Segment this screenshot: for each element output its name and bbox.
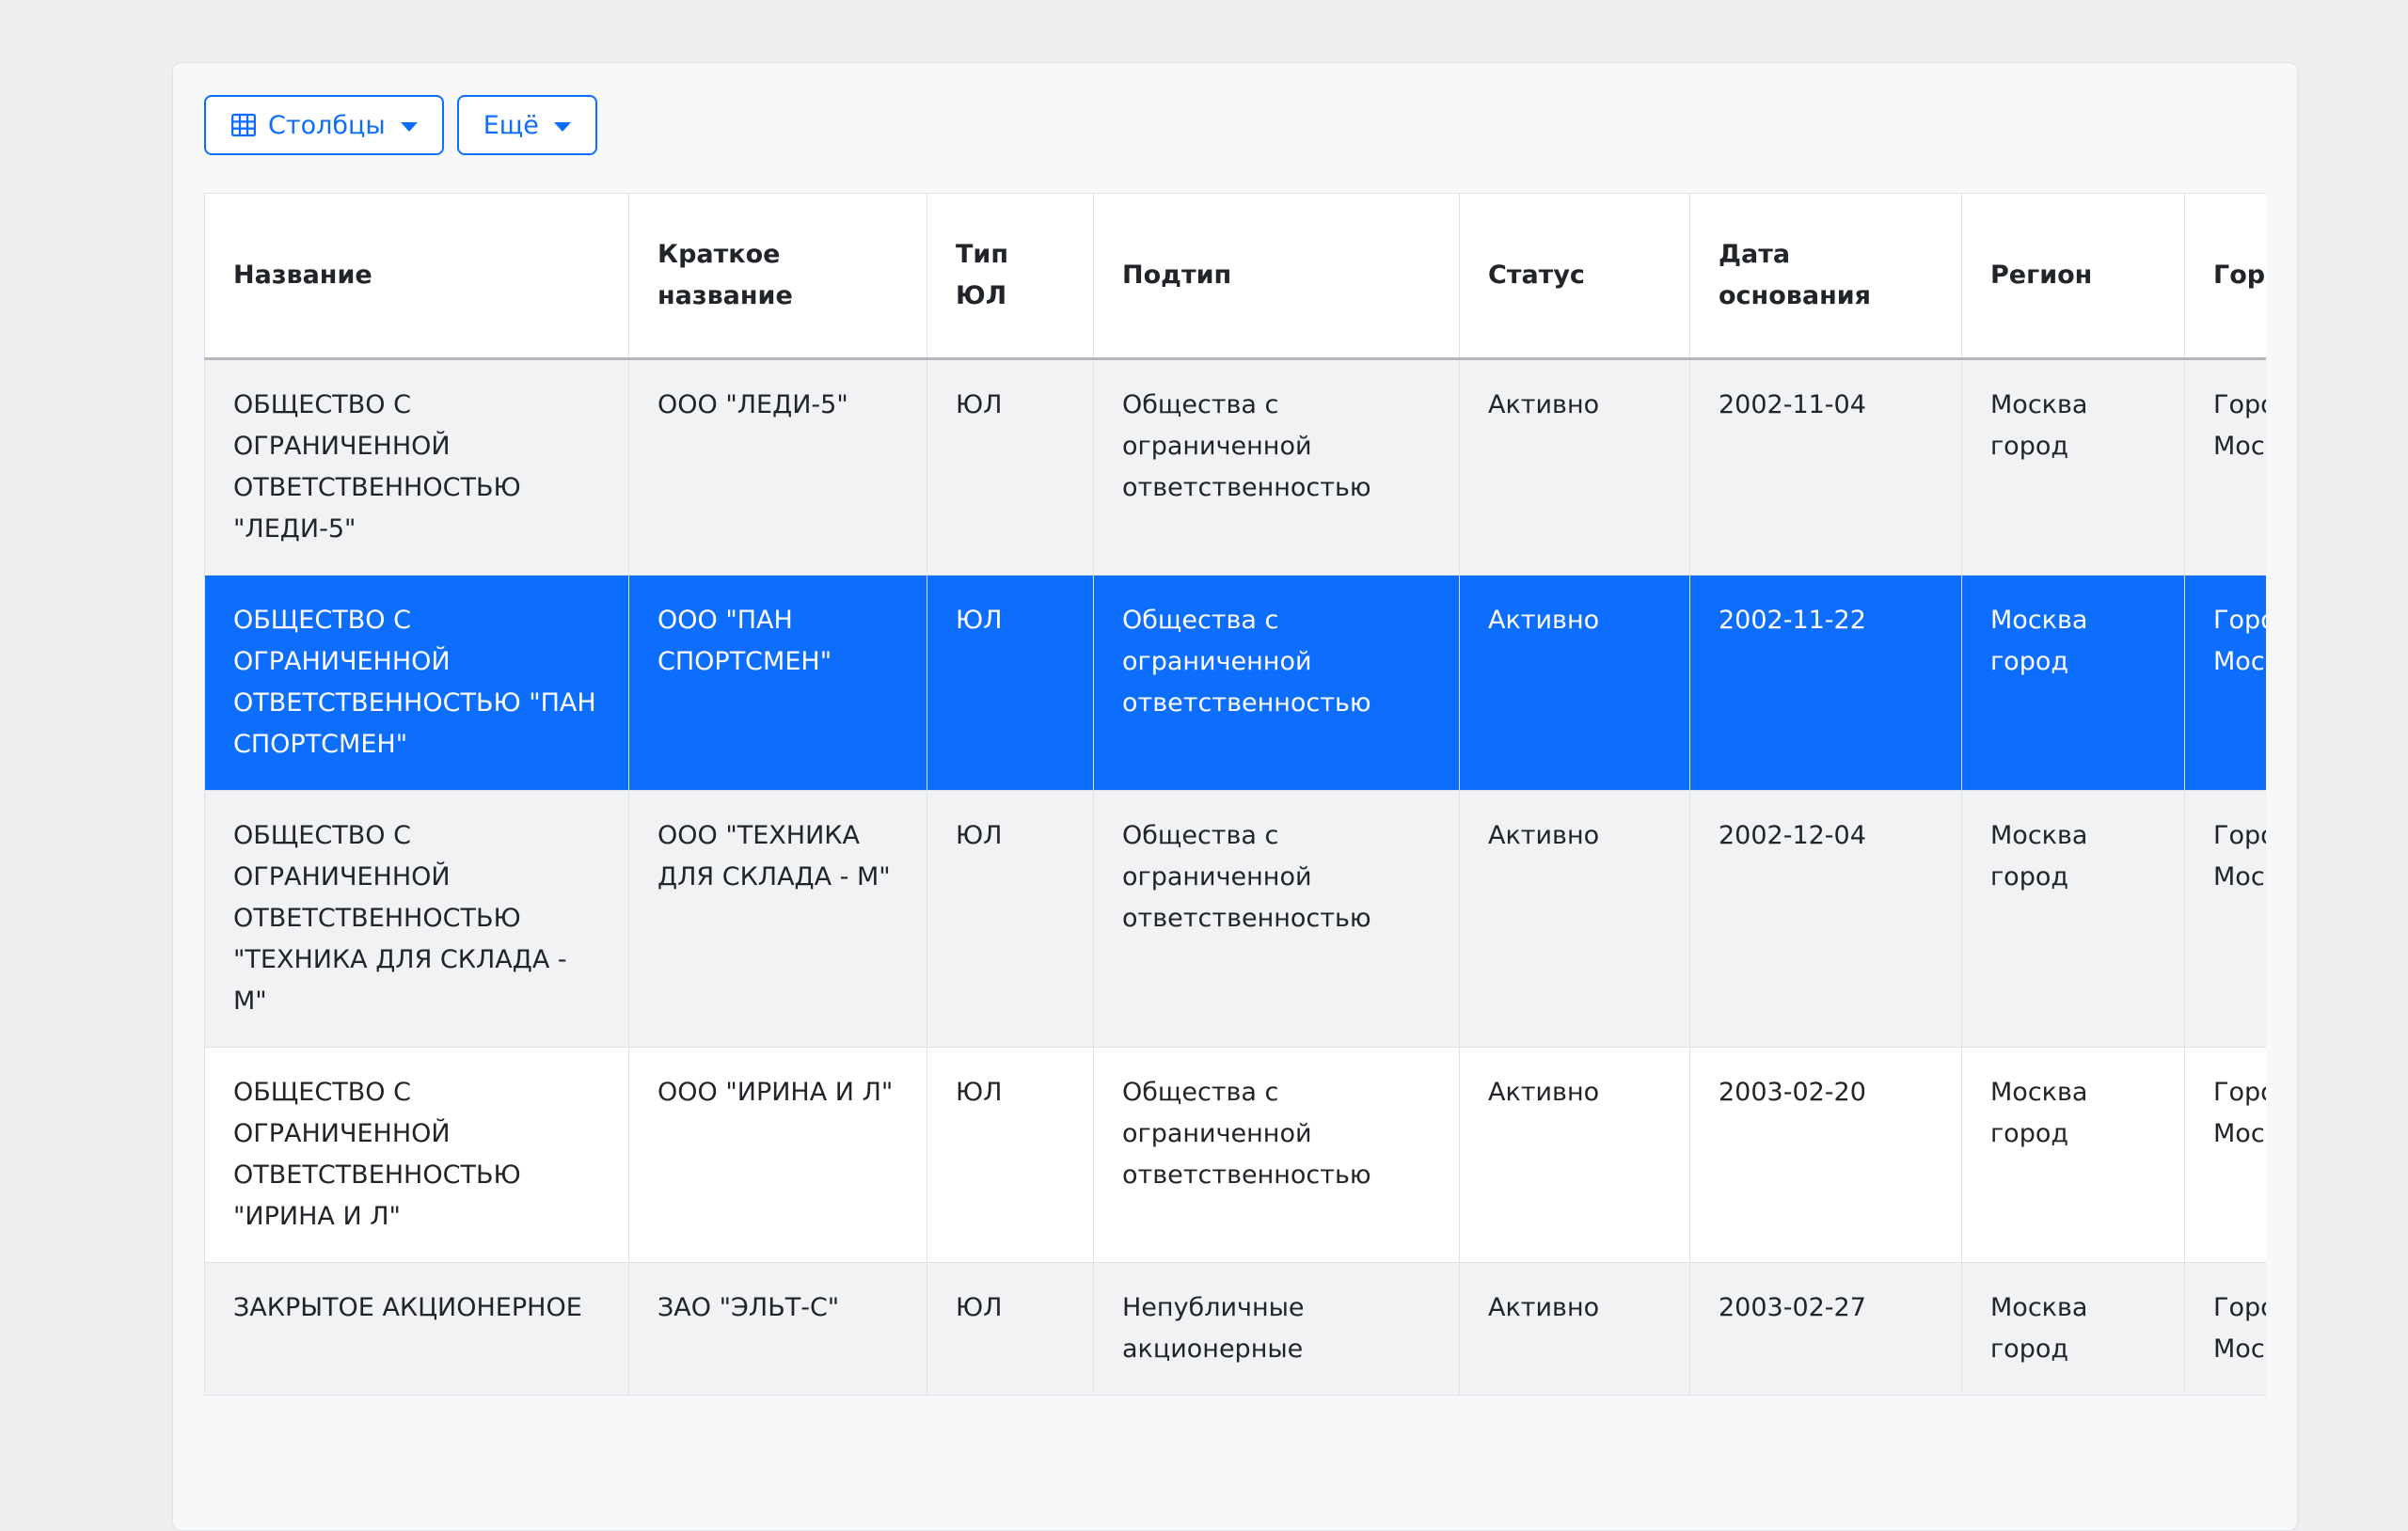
table-cell: ООО "ПАН СПОРТСМЕН" [629, 576, 927, 791]
table-row[interactable]: ЗАКРЫТОЕ АКЦИОНЕРНОЕЗАО "ЭЛЬТ-С"ЮЛНепубл… [205, 1263, 2267, 1396]
table-cell: Активно [1460, 576, 1690, 791]
column-header-8[interactable]: Город [2185, 194, 2267, 359]
column-header-6[interactable]: Дата основания [1690, 194, 1962, 359]
column-header-3[interactable]: Тип ЮЛ [927, 194, 1094, 359]
column-header-5[interactable]: Статус [1460, 194, 1690, 359]
column-header-2[interactable]: Краткое название [629, 194, 927, 359]
table-cell: Москва город [1962, 1263, 2185, 1396]
table-grid-icon [230, 112, 257, 138]
table-row[interactable]: ОБЩЕСТВО С ОГРАНИЧЕННОЙ ОТВЕТСТВЕННОСТЬЮ… [205, 791, 2267, 1048]
table-cell: Активно [1460, 359, 1690, 576]
table-cell: Москва город [1962, 359, 2185, 576]
table-cell: Москва город [1962, 791, 2185, 1048]
caret-down-icon [401, 122, 418, 132]
column-header-7[interactable]: Регион [1962, 194, 2185, 359]
table-cell: ЮЛ [927, 791, 1094, 1048]
table-cell: ООО "ЛЕДИ-5" [629, 359, 927, 576]
columns-button-label: Столбцы [268, 113, 386, 138]
table-cell: ОБЩЕСТВО С ОГРАНИЧЕННОЙ ОТВЕТСТВЕННОСТЬЮ… [205, 576, 629, 791]
columns-button[interactable]: Столбцы [204, 95, 444, 155]
table-cell: 2002-11-22 [1690, 576, 1962, 791]
table-cell: 2003-02-27 [1690, 1263, 1962, 1396]
table-cell: ЮЛ [927, 576, 1094, 791]
table-cell: Непубличные акционерные [1094, 1263, 1460, 1396]
table-toolbar: Столбцы Ещё [173, 63, 2297, 193]
table-cell: Общества с ограниченной ответственностью [1094, 791, 1460, 1048]
table-cell: Город Москва [2185, 359, 2267, 576]
table-cell: ОБЩЕСТВО С ОГРАНИЧЕННОЙ ОТВЕТСТВЕННОСТЬЮ… [205, 791, 629, 1048]
table-cell: ЗАКРЫТОЕ АКЦИОНЕРНОЕ [205, 1263, 629, 1396]
table-header: НазваниеКраткое названиеТип ЮЛПодтипСтат… [205, 194, 2267, 359]
table-cell: ЮЛ [927, 359, 1094, 576]
table-body: ОБЩЕСТВО С ОГРАНИЧЕННОЙ ОТВЕТСТВЕННОСТЬЮ… [205, 359, 2267, 1396]
table-cell: ОБЩЕСТВО С ОГРАНИЧЕННОЙ ОТВЕТСТВЕННОСТЬЮ… [205, 1048, 629, 1263]
table-cell: ЮЛ [927, 1263, 1094, 1396]
caret-down-icon [554, 122, 571, 132]
table-row[interactable]: ОБЩЕСТВО С ОГРАНИЧЕННОЙ ОТВЕТСТВЕННОСТЬЮ… [205, 1048, 2267, 1263]
table-cell: Активно [1460, 1048, 1690, 1263]
companies-table-container: НазваниеКраткое названиеТип ЮЛПодтипСтат… [204, 193, 2266, 1396]
table-header-row: НазваниеКраткое названиеТип ЮЛПодтипСтат… [205, 194, 2267, 359]
table-row[interactable]: ОБЩЕСТВО С ОГРАНИЧЕННОЙ ОТВЕТСТВЕННОСТЬЮ… [205, 359, 2267, 576]
table-cell: 2002-12-04 [1690, 791, 1962, 1048]
table-cell: ООО "ТЕХНИКА ДЛЯ СКЛАДА - М" [629, 791, 927, 1048]
table-cell: Москва город [1962, 1048, 2185, 1263]
table-cell: Город Москва [2185, 791, 2267, 1048]
table-row[interactable]: ОБЩЕСТВО С ОГРАНИЧЕННОЙ ОТВЕТСТВЕННОСТЬЮ… [205, 576, 2267, 791]
table-cell: ОБЩЕСТВО С ОГРАНИЧЕННОЙ ОТВЕТСТВЕННОСТЬЮ… [205, 359, 629, 576]
table-cell: Москва город [1962, 576, 2185, 791]
column-header-4[interactable]: Подтип [1094, 194, 1460, 359]
companies-panel: Столбцы Ещё НазваниеКраткое названиеТип … [172, 62, 2298, 1531]
column-header-1[interactable]: Название [205, 194, 629, 359]
table-cell: Город Москва [2185, 576, 2267, 791]
table-cell: 2003-02-20 [1690, 1048, 1962, 1263]
table-cell: Общества с ограниченной ответственностью [1094, 576, 1460, 791]
table-cell: Общества с ограниченной ответственностью [1094, 359, 1460, 576]
table-cell: 2002-11-04 [1690, 359, 1962, 576]
table-cell: Город Москва [2185, 1048, 2267, 1263]
table-cell: ЮЛ [927, 1048, 1094, 1263]
more-button[interactable]: Ещё [457, 95, 597, 155]
table-cell: Общества с ограниченной ответственностью [1094, 1048, 1460, 1263]
table-cell: Активно [1460, 1263, 1690, 1396]
more-button-label: Ещё [483, 113, 539, 138]
table-cell: Город Москва [2185, 1263, 2267, 1396]
table-cell: ЗАО "ЭЛЬТ-С" [629, 1263, 927, 1396]
table-cell: ООО "ИРИНА И Л" [629, 1048, 927, 1263]
companies-table: НазваниеКраткое названиеТип ЮЛПодтипСтат… [204, 193, 2266, 1396]
table-cell: Активно [1460, 791, 1690, 1048]
